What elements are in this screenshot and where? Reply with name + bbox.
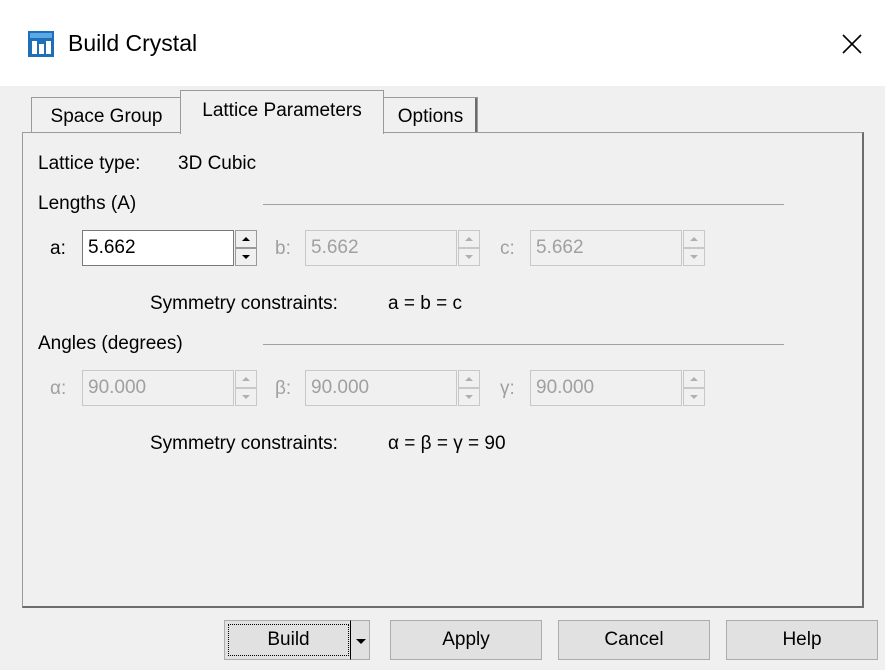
a-label: a: xyxy=(50,238,66,259)
gamma-input: 90.000 xyxy=(530,370,682,406)
spin-down-icon xyxy=(458,388,480,406)
app-icon xyxy=(28,31,54,57)
chevron-down-icon xyxy=(356,639,366,644)
c-spinner xyxy=(683,230,705,266)
alpha-label: α: xyxy=(50,378,67,399)
tab-options[interactable]: Options xyxy=(384,97,478,132)
spin-down-icon xyxy=(683,248,705,266)
build-dropdown-button[interactable] xyxy=(350,620,370,660)
build-button[interactable]: Build xyxy=(224,620,352,660)
apply-button[interactable]: Apply xyxy=(390,620,542,660)
angles-heading: Angles (degrees) xyxy=(38,333,183,354)
spin-down-icon xyxy=(683,388,705,406)
spin-up-icon xyxy=(683,370,705,388)
b-label: b: xyxy=(275,238,291,259)
b-input: 5.662 xyxy=(305,230,457,266)
tab-lattice-parameters[interactable]: Lattice Parameters xyxy=(180,90,384,134)
spin-down-icon[interactable] xyxy=(235,248,257,266)
tab-space-group[interactable]: Space Group xyxy=(31,97,181,132)
focus-outline xyxy=(228,624,349,656)
lengths-divider xyxy=(263,204,784,205)
spin-up-icon xyxy=(458,230,480,248)
cancel-button[interactable]: Cancel xyxy=(558,620,710,660)
c-input: 5.662 xyxy=(530,230,682,266)
c-label: c: xyxy=(500,238,515,259)
angles-constraint-label: Symmetry constraints: xyxy=(150,433,338,454)
lengths-constraint-value: a = b = c xyxy=(388,293,462,314)
gamma-label: γ: xyxy=(500,378,515,399)
spin-down-icon xyxy=(458,248,480,266)
help-button[interactable]: Help xyxy=(726,620,878,660)
beta-label: β: xyxy=(275,378,292,399)
lengths-constraint-label: Symmetry constraints: xyxy=(150,293,338,314)
build-crystal-dialog: Build Crystal Space Group Lattice Parame… xyxy=(0,0,885,670)
title-bar: Build Crystal xyxy=(0,0,885,86)
a-input[interactable]: 5.662 xyxy=(82,230,234,266)
gamma-spinner xyxy=(683,370,705,406)
close-button[interactable] xyxy=(830,22,874,66)
a-spinner[interactable] xyxy=(235,230,257,266)
alpha-input: 90.000 xyxy=(82,370,234,406)
angles-divider xyxy=(263,344,784,345)
b-spinner xyxy=(458,230,480,266)
beta-input: 90.000 xyxy=(305,370,457,406)
alpha-spinner xyxy=(235,370,257,406)
lattice-type-label: Lattice type: xyxy=(38,153,141,174)
beta-spinner xyxy=(458,370,480,406)
spin-up-icon[interactable] xyxy=(235,230,257,248)
window-title: Build Crystal xyxy=(68,30,198,56)
spin-up-icon xyxy=(235,370,257,388)
spin-up-icon xyxy=(683,230,705,248)
lattice-type-value: 3D Cubic xyxy=(178,153,257,174)
spin-down-icon xyxy=(235,388,257,406)
angles-constraint-value: α = β = γ = 90 xyxy=(388,433,506,454)
close-icon xyxy=(842,34,862,54)
lengths-heading: Lengths (A) xyxy=(38,193,137,214)
spin-up-icon xyxy=(458,370,480,388)
